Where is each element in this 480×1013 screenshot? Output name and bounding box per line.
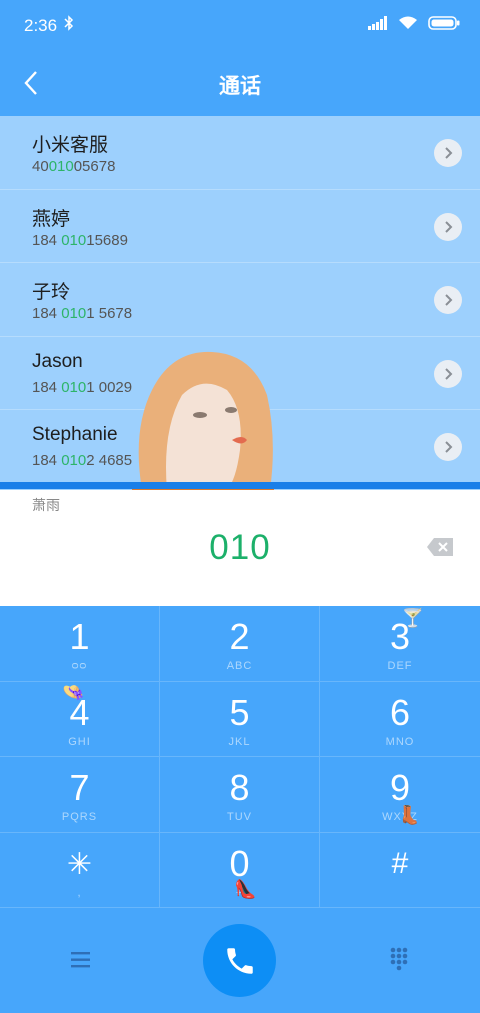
status-time: 2:36 <box>24 16 58 35</box>
boot-icon: 👢 <box>398 805 421 825</box>
key-4[interactable]: 4 GHI 👒 <box>0 681 160 757</box>
portrait-illustration <box>132 350 274 490</box>
page-title: 通话 <box>219 75 261 98</box>
hat-icon: 👒 <box>62 681 85 702</box>
bottom-bar <box>0 908 480 1013</box>
status-bar: 2:36 <box>0 0 480 52</box>
bluetooth-icon <box>64 15 74 36</box>
voicemail-icon: ᴑᴑ <box>71 660 88 672</box>
contact-name: Stephanie <box>32 424 118 445</box>
chevron-right-icon[interactable] <box>434 139 462 167</box>
high-heel-icon: 👠 <box>234 878 257 899</box>
backspace-icon[interactable] <box>426 537 454 557</box>
key-star[interactable]: ✳, <box>0 832 160 908</box>
key-6[interactable]: 6 MNO <box>320 682 480 757</box>
key-7[interactable]: 7 PQRS <box>0 757 160 833</box>
key-1[interactable]: 1 ᴑᴑ <box>0 606 160 682</box>
menu-icon[interactable] <box>60 946 102 974</box>
key-5[interactable]: 5 JKL <box>160 681 320 757</box>
contact-name: Jason <box>32 350 83 372</box>
signal-icon <box>368 16 388 35</box>
key-hash[interactable]: # <box>320 833 480 908</box>
list-item[interactable]: 子玲 184 0101 5678 <box>0 263 480 337</box>
contact-number: 184 0102 4685 <box>32 452 133 469</box>
chevron-right-icon[interactable] <box>434 359 462 388</box>
dial-input-area: 萧雨 010 <box>0 490 480 606</box>
contact-name-partial: 萧雨 <box>32 497 60 513</box>
key-3[interactable]: 3 DEF 🍸 <box>320 606 480 682</box>
contact-number: 184 01015689 <box>32 231 128 249</box>
key-2[interactable]: 2 ABC <box>160 606 320 682</box>
dialed-number: 010 <box>209 528 271 567</box>
list-item[interactable]: 燕婷 184 01015689 <box>0 190 480 263</box>
wifi-icon <box>398 16 418 35</box>
chevron-right-icon[interactable] <box>434 286 462 314</box>
divider <box>0 482 480 489</box>
header: 通话 <box>0 52 480 116</box>
dialpad: 1 ᴑᴑ 2 ABC 3 DEF 🍸 4 GHI 👒 5 JKL 6 MNO 7 PQRS 8 TU… <box>0 606 480 908</box>
contact-name: 燕婷 <box>32 208 71 230</box>
list-item[interactable]: 小米客服 4001005678 <box>0 116 480 190</box>
cocktail-icon: 🍸 <box>401 608 424 628</box>
contact-name: 小米客服 <box>32 135 109 156</box>
key-8[interactable]: 8 TUV <box>160 757 320 833</box>
chevron-right-icon[interactable] <box>434 212 462 241</box>
chevron-right-icon[interactable] <box>434 433 462 461</box>
contact-number: 184 0101 0029 <box>32 378 133 396</box>
dialpad-icon[interactable] <box>378 944 420 974</box>
contact-name: 子玲 <box>32 282 71 303</box>
key-0[interactable]: 0 + 👠 <box>160 832 320 908</box>
phone-icon[interactable] <box>203 924 276 997</box>
key-9[interactable]: 9 WXYZ 👢 <box>320 757 480 833</box>
battery-icon <box>428 16 460 35</box>
contact-number: 184 0101 5678 <box>32 305 133 322</box>
contact-number: 4001005678 <box>32 158 116 175</box>
